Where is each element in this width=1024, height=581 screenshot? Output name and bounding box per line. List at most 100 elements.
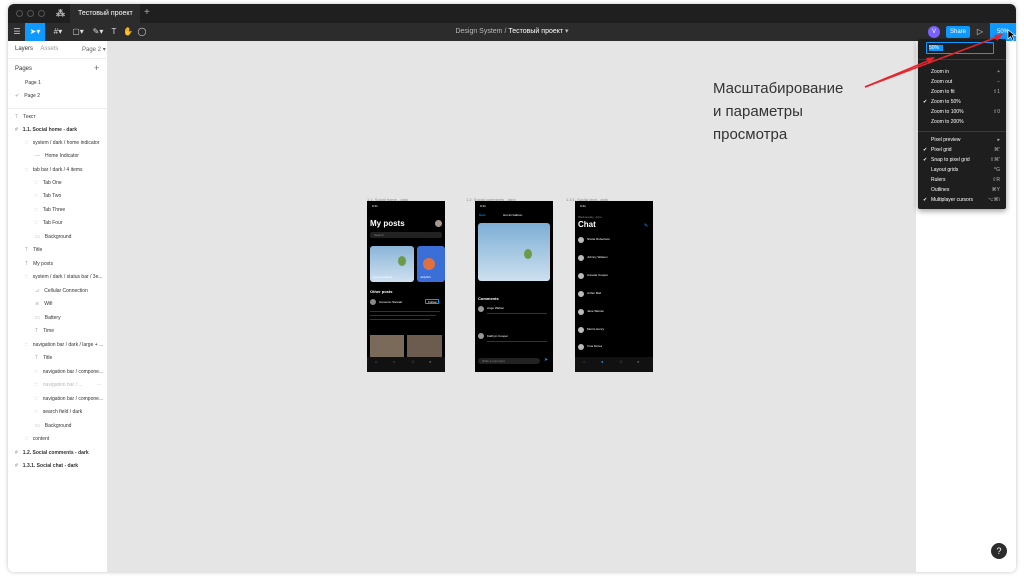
back-button: Back (479, 213, 486, 217)
layer-row[interactable]: :: navigation bar / ... ··· (35, 382, 102, 388)
frame-social-home[interactable]: 9:41 My posts Search Hot air balloon Jel… (367, 201, 445, 372)
layer-row[interactable]: ▭ Background (35, 234, 71, 240)
maximize-window-icon[interactable] (38, 10, 45, 17)
layer-row[interactable]: ▭ Background (35, 423, 71, 429)
layer-row[interactable]: :: tab bar / dark / 4 items (25, 167, 83, 173)
layer-row[interactable]: ≋ Wifi (35, 301, 53, 307)
tab-bar: ⌂ ● ☺ ● (575, 357, 653, 372)
page-selector[interactable]: Page 2 ▾ (82, 46, 106, 53)
layer-row[interactable]: :: Tab Three (35, 207, 65, 213)
page-item-1[interactable]: Page 1 (25, 80, 41, 86)
add-page-button[interactable]: + (94, 63, 99, 73)
tab-layers[interactable]: Layers (15, 46, 33, 52)
layer-row[interactable]: T Текст (15, 114, 36, 120)
section-title: Other posts (370, 289, 393, 294)
chevron-down-icon[interactable]: ▾ (565, 28, 569, 35)
layer-row[interactable]: ▭ Battery (35, 315, 61, 321)
layer-row[interactable]: :: navigation bar / dark / large + ... (25, 342, 103, 348)
help-button[interactable]: ? (991, 543, 1007, 559)
layer-row[interactable]: :: content (25, 436, 49, 442)
contact-name: Morris Henry (587, 327, 605, 331)
profile-icon: ● (637, 359, 640, 364)
chevron-right-icon: ▸ (997, 137, 1000, 143)
post-image (370, 335, 404, 357)
pages-heading: Pages (15, 66, 33, 72)
annotation-line: просмотра (713, 126, 788, 143)
frame-social-chat[interactable]: 9:41 Wednesday, June Chat ✎ Nicole Rober… (575, 201, 653, 372)
shape-tool-icon[interactable]: ▢▾ (68, 23, 88, 41)
layer-row[interactable]: #1.2. Social comments - dark (15, 450, 89, 456)
page-item-2[interactable]: ✔ Page 2 (15, 93, 40, 99)
layer-row[interactable]: :: navigation bar / compone... (35, 396, 103, 402)
tab-assets[interactable]: Assets (40, 46, 58, 52)
avatar (578, 291, 584, 297)
main-menu-icon[interactable]: ☰ (10, 23, 24, 41)
contact-name: Arthur Bell (587, 291, 602, 295)
hand-tool-icon[interactable]: ✋ (122, 23, 134, 41)
new-tab-button[interactable]: + (144, 7, 150, 18)
move-tool-icon[interactable]: ➤▾ (25, 23, 45, 41)
layer-row[interactable]: ⊿ Cellular Connection (35, 288, 88, 294)
author-name: Cameron Stewart (379, 300, 403, 304)
layer-row[interactable]: T Time (35, 328, 54, 334)
status-time: 9:41 (372, 204, 378, 208)
balloon-image (524, 249, 532, 259)
text-tool-icon[interactable]: T (108, 23, 120, 41)
share-button[interactable]: Share (946, 26, 970, 38)
menu-item-pixel-grid[interactable]: ✔ Pixel grid ⌘' (918, 145, 1006, 155)
layer-row[interactable]: :: system / dark / home indicator (25, 140, 99, 146)
divider (8, 58, 108, 59)
layer-row[interactable]: :: system / dark / status bar / 3e... (25, 274, 103, 280)
menu-item-zoom-200[interactable]: Zoom to 200% (918, 117, 1006, 127)
layer-row[interactable]: :: Tab Four (35, 220, 63, 226)
annotation-line: Масштабирование (713, 80, 844, 97)
home-icon: ⌂ (583, 359, 586, 364)
avatar[interactable]: V (928, 26, 940, 38)
menu-item-pixel-preview[interactable]: Pixel preview ▸ (918, 135, 1006, 145)
comment-tool-icon[interactable]: ◯ (136, 23, 148, 41)
menu-item-zoom-100[interactable]: Zoom to 100% ⇧0 (918, 107, 1006, 117)
menu-item-zoom-in[interactable]: Zoom in + (918, 67, 1006, 77)
contact-name: Jane Warren (587, 309, 605, 313)
people-icon: ☺ (411, 359, 416, 364)
text-line (370, 311, 440, 312)
layer-row[interactable]: — Home Indicator (35, 153, 79, 159)
menu-item-outlines[interactable]: Outlines ⌘Y (918, 185, 1006, 195)
layer-row[interactable]: T Title (25, 247, 42, 253)
search-icon: ⌕ (393, 359, 396, 364)
balloon-image (398, 256, 406, 266)
layer-row[interactable]: T My posts (25, 261, 53, 267)
figma-logo-icon[interactable]: ⁂ (56, 8, 65, 19)
layer-row[interactable]: :: search field / dark (35, 409, 82, 415)
people-icon: ☺ (619, 359, 624, 364)
layer-row[interactable]: :: Tab One (35, 180, 62, 186)
layer-row[interactable]: #1.3.1. Social chat - dark (15, 463, 78, 469)
menu-item-layout-grids[interactable]: Layout grids ^G (918, 165, 1006, 175)
menu-item-zoom-fit[interactable]: Zoom to fit ⇧1 (918, 87, 1006, 97)
layer-row[interactable]: T Title (35, 355, 52, 361)
menu-item-rulers[interactable]: Rulers ⇧R (918, 175, 1006, 185)
pen-tool-icon[interactable]: ✎▾ (88, 23, 108, 41)
text-line (370, 319, 430, 320)
minimize-window-icon[interactable] (27, 10, 34, 17)
zoom-input[interactable]: 50% (926, 42, 994, 54)
status-time: 9:41 (480, 204, 486, 208)
menu-item-zoom-50[interactable]: ✔ Zoom to 50% (918, 97, 1006, 107)
breadcrumb-file[interactable]: Тестовый проект (508, 28, 563, 35)
home-icon: ⌂ (375, 359, 378, 364)
zoom-input-selection[interactable]: 50% (929, 45, 943, 51)
layer-row[interactable]: #1.1. Social home - dark (15, 127, 77, 133)
menu-item-zoom-out[interactable]: Zoom out − (918, 77, 1006, 87)
file-tab[interactable]: Тестовый проект (70, 4, 140, 23)
frame-social-comments[interactable]: 9:41 Back Hot air balloon Comments Ange … (475, 201, 553, 372)
text-line (487, 313, 547, 314)
layer-row[interactable]: :: navigation bar / compone... (35, 369, 103, 375)
menu-item-multiplayer-cursors[interactable]: ✔ Multiplayer cursors ⌥⌘\ (918, 195, 1006, 205)
layer-row[interactable]: :: Tab Two (35, 193, 61, 199)
search-field: Search (370, 232, 442, 238)
menu-item-snap-pixel-grid[interactable]: ✔ Snap to pixel grid ⇧⌘' (918, 155, 1006, 165)
frame-tool-icon[interactable]: #▾ (48, 23, 68, 41)
contact-name: Irma Flores (587, 344, 603, 348)
close-window-icon[interactable] (16, 10, 23, 17)
breadcrumb-team[interactable]: Design System (455, 28, 502, 35)
